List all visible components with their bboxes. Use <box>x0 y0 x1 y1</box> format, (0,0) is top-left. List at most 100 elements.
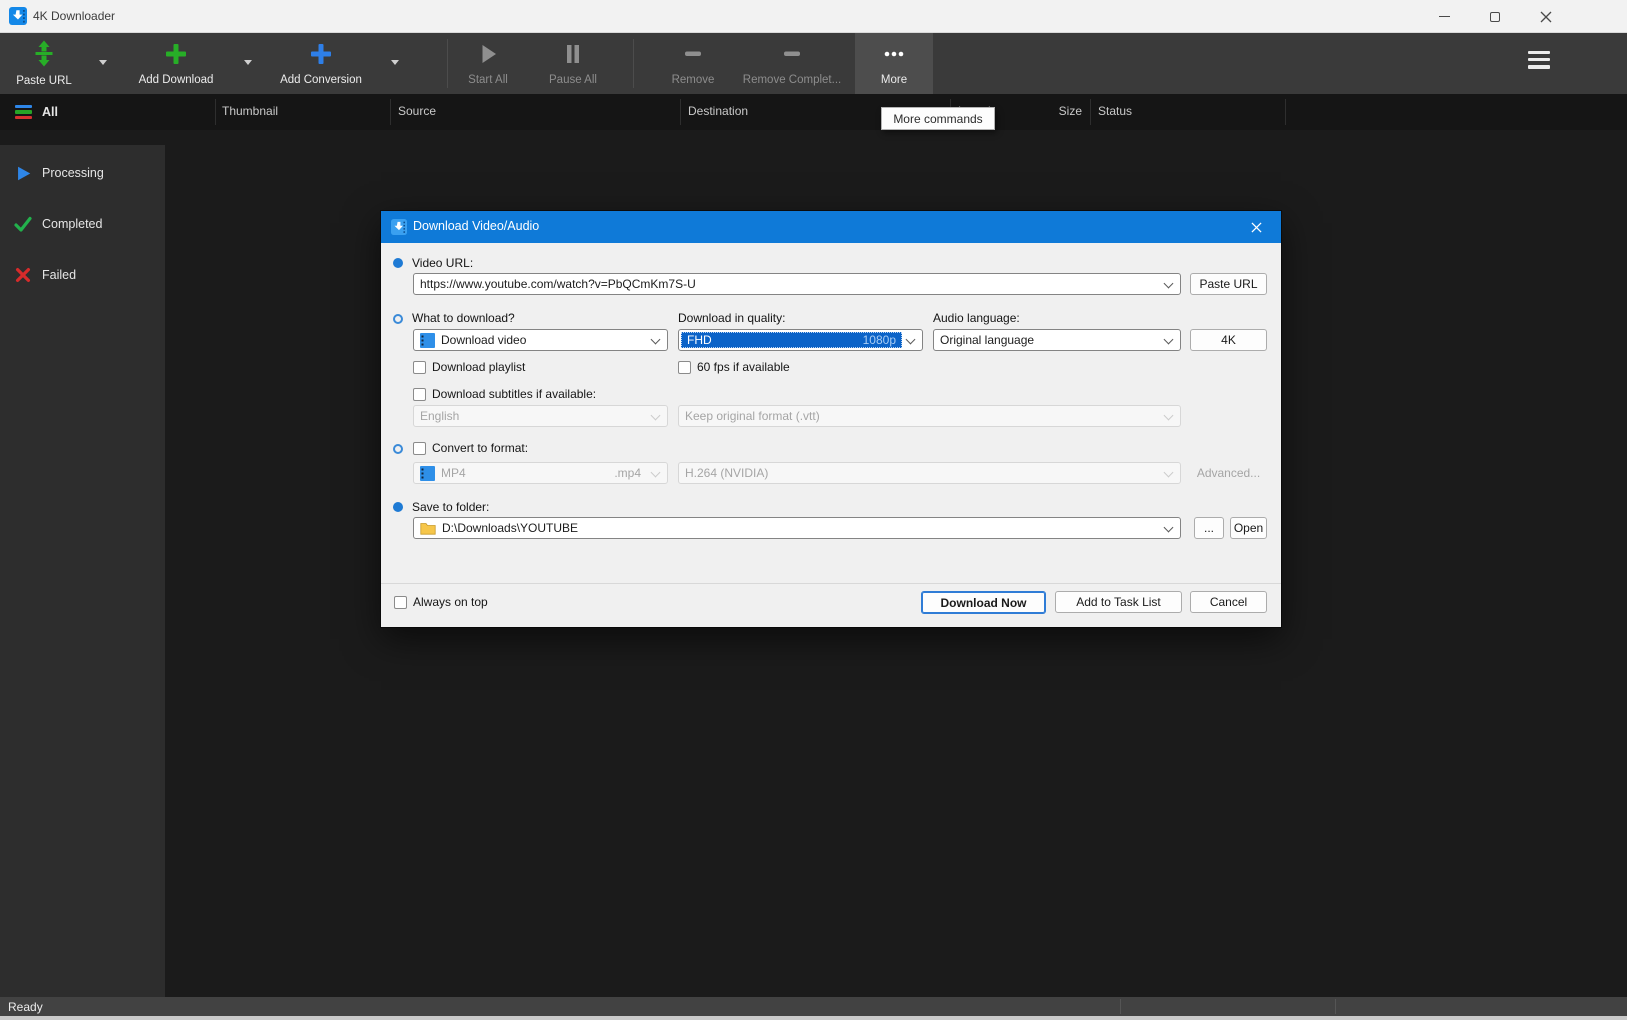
always-on-top-checkbox[interactable] <box>394 596 407 609</box>
status-bar: Ready <box>0 997 1627 1016</box>
column-separator <box>390 99 391 125</box>
close-button[interactable] <box>1523 0 1569 33</box>
audio-language-value: Original language <box>940 333 1034 347</box>
add-download-toolbar-button[interactable]: Add Download <box>128 33 224 94</box>
sidebar-item-completed[interactable]: Completed <box>0 209 165 239</box>
dialog-close-button[interactable] <box>1239 211 1273 243</box>
sidebar-item-all[interactable]: All <box>0 97 165 127</box>
statusbar-separator <box>1335 999 1336 1014</box>
always-on-top-checkbox-row[interactable]: Always on top <box>394 595 488 609</box>
convert-checkbox-row[interactable]: Convert to format: <box>413 441 528 455</box>
status-text: Ready <box>8 1000 43 1014</box>
dialog-titlebar: Download Video/Audio <box>381 211 1281 243</box>
convert-bullet <box>393 444 403 454</box>
chevron-down-icon[interactable] <box>1164 335 1174 345</box>
convert-label: Convert to format: <box>432 441 528 455</box>
chevron-down-icon[interactable] <box>1164 279 1174 289</box>
chevron-down-icon <box>1164 468 1174 478</box>
convert-codec-combo[interactable]: H.264 (NVIDIA) <box>678 462 1181 484</box>
window-titlebar: 4K Downloader <box>0 0 1627 33</box>
subtitles-checkbox[interactable] <box>413 388 426 401</box>
browse-button[interactable]: ... <box>1194 517 1224 539</box>
subtitle-language-combo[interactable]: English <box>413 405 668 427</box>
close-icon <box>1540 11 1552 23</box>
subtitles-checkbox-row[interactable]: Download subtitles if available: <box>413 387 596 401</box>
advanced-button[interactable]: Advanced... <box>1190 462 1267 484</box>
4k-button[interactable]: 4K <box>1190 329 1267 351</box>
what-to-download-combo[interactable]: Download video <box>413 329 668 351</box>
folder-icon <box>420 522 436 535</box>
dialog-title: Download Video/Audio <box>413 219 539 233</box>
quality-value: FHD <box>687 333 712 347</box>
paste-url-button[interactable]: Paste URL <box>1190 273 1267 295</box>
download-now-button[interactable]: Download Now <box>921 591 1046 614</box>
quality-label: Download in quality: <box>678 311 785 325</box>
completed-icon <box>13 214 33 234</box>
chevron-down-icon[interactable] <box>651 335 661 345</box>
dialog-logo-icon <box>391 219 407 240</box>
video-film-icon <box>420 333 435 348</box>
more-commands-tooltip: More commands <box>881 107 995 130</box>
all-filter-icon <box>13 102 33 122</box>
what-to-download-bullet <box>393 314 403 324</box>
menu-hamburger-icon[interactable] <box>1528 51 1550 69</box>
remove-toolbar-button[interactable]: Remove <box>658 33 728 94</box>
window-bottom-edge <box>0 1016 1627 1020</box>
column-header-destination[interactable]: Destination <box>688 104 748 118</box>
cancel-button[interactable]: Cancel <box>1190 591 1267 613</box>
download-dialog: Download Video/Audio Video URL: https://… <box>381 211 1281 627</box>
column-separator <box>680 99 681 125</box>
chevron-down-icon[interactable] <box>906 335 916 345</box>
sidebar-item-processing[interactable]: Processing <box>0 158 165 188</box>
column-separator <box>1090 99 1091 125</box>
pause-all-icon <box>561 42 585 71</box>
sidebar-item-failed[interactable]: Failed <box>0 260 165 290</box>
start-all-toolbar-button[interactable]: Start All <box>455 33 521 94</box>
add-to-task-list-button[interactable]: Add to Task List <box>1055 591 1182 613</box>
toolbar-separator <box>633 39 634 88</box>
paste-url-toolbar-button[interactable]: Paste URL <box>6 33 82 94</box>
download-playlist-checkbox[interactable] <box>413 361 426 374</box>
column-header-size[interactable]: Size <box>1046 104 1082 118</box>
subtitle-format-combo[interactable]: Keep original format (.vtt) <box>678 405 1181 427</box>
add-download-dropdown-caret[interactable] <box>244 60 252 65</box>
dialog-close-icon <box>1251 222 1262 233</box>
download-playlist-checkbox-row[interactable]: Download playlist <box>413 360 525 374</box>
fps-checkbox[interactable] <box>678 361 691 374</box>
column-header-thumbnail[interactable]: Thumbnail <box>222 104 278 118</box>
convert-checkbox[interactable] <box>413 442 426 455</box>
fps-checkbox-row[interactable]: 60 fps if available <box>678 360 790 374</box>
pause-all-toolbar-button[interactable]: Pause All <box>540 33 606 94</box>
add-conversion-toolbar-button[interactable]: Add Conversion <box>272 33 370 94</box>
window-title: 4K Downloader <box>33 9 115 23</box>
quality-selection: FHD 1080p <box>681 332 902 348</box>
maximize-button[interactable] <box>1472 0 1518 33</box>
column-header-status[interactable]: Status <box>1098 104 1132 118</box>
convert-format-combo[interactable]: MP4 .mp4 <box>413 462 668 484</box>
statusbar-separator <box>1120 999 1121 1014</box>
failed-icon <box>13 265 33 285</box>
convert-codec-value: H.264 (NVIDIA) <box>685 466 768 480</box>
fps-label: 60 fps if available <box>697 360 790 374</box>
minimize-icon <box>1439 16 1450 18</box>
minimize-button[interactable] <box>1421 0 1467 33</box>
video-film-icon <box>420 466 435 481</box>
video-url-combo[interactable]: https://www.youtube.com/watch?v=PbQCmKm7… <box>413 273 1181 295</box>
remove-completed-toolbar-button[interactable]: Remove Complet... <box>734 33 850 94</box>
add-conversion-dropdown-caret[interactable] <box>391 60 399 65</box>
audio-language-label: Audio language: <box>933 311 1020 325</box>
chevron-down-icon[interactable] <box>1164 523 1174 533</box>
convert-format-value: MP4 <box>441 466 466 480</box>
audio-language-combo[interactable]: Original language <box>933 329 1181 351</box>
video-url-label: Video URL: <box>412 256 473 270</box>
quality-combo[interactable]: FHD 1080p <box>678 329 923 351</box>
save-folder-combo[interactable]: D:\Downloads\YOUTUBE <box>413 517 1181 539</box>
chevron-down-icon <box>651 411 661 421</box>
more-toolbar-button[interactable]: More <box>855 33 933 94</box>
video-url-bullet <box>393 258 403 268</box>
open-folder-button[interactable]: Open <box>1230 517 1267 539</box>
video-url-value: https://www.youtube.com/watch?v=PbQCmKm7… <box>420 277 696 291</box>
paste-url-dropdown-caret[interactable] <box>99 60 107 65</box>
processing-icon <box>13 163 33 183</box>
column-header-source[interactable]: Source <box>398 104 436 118</box>
